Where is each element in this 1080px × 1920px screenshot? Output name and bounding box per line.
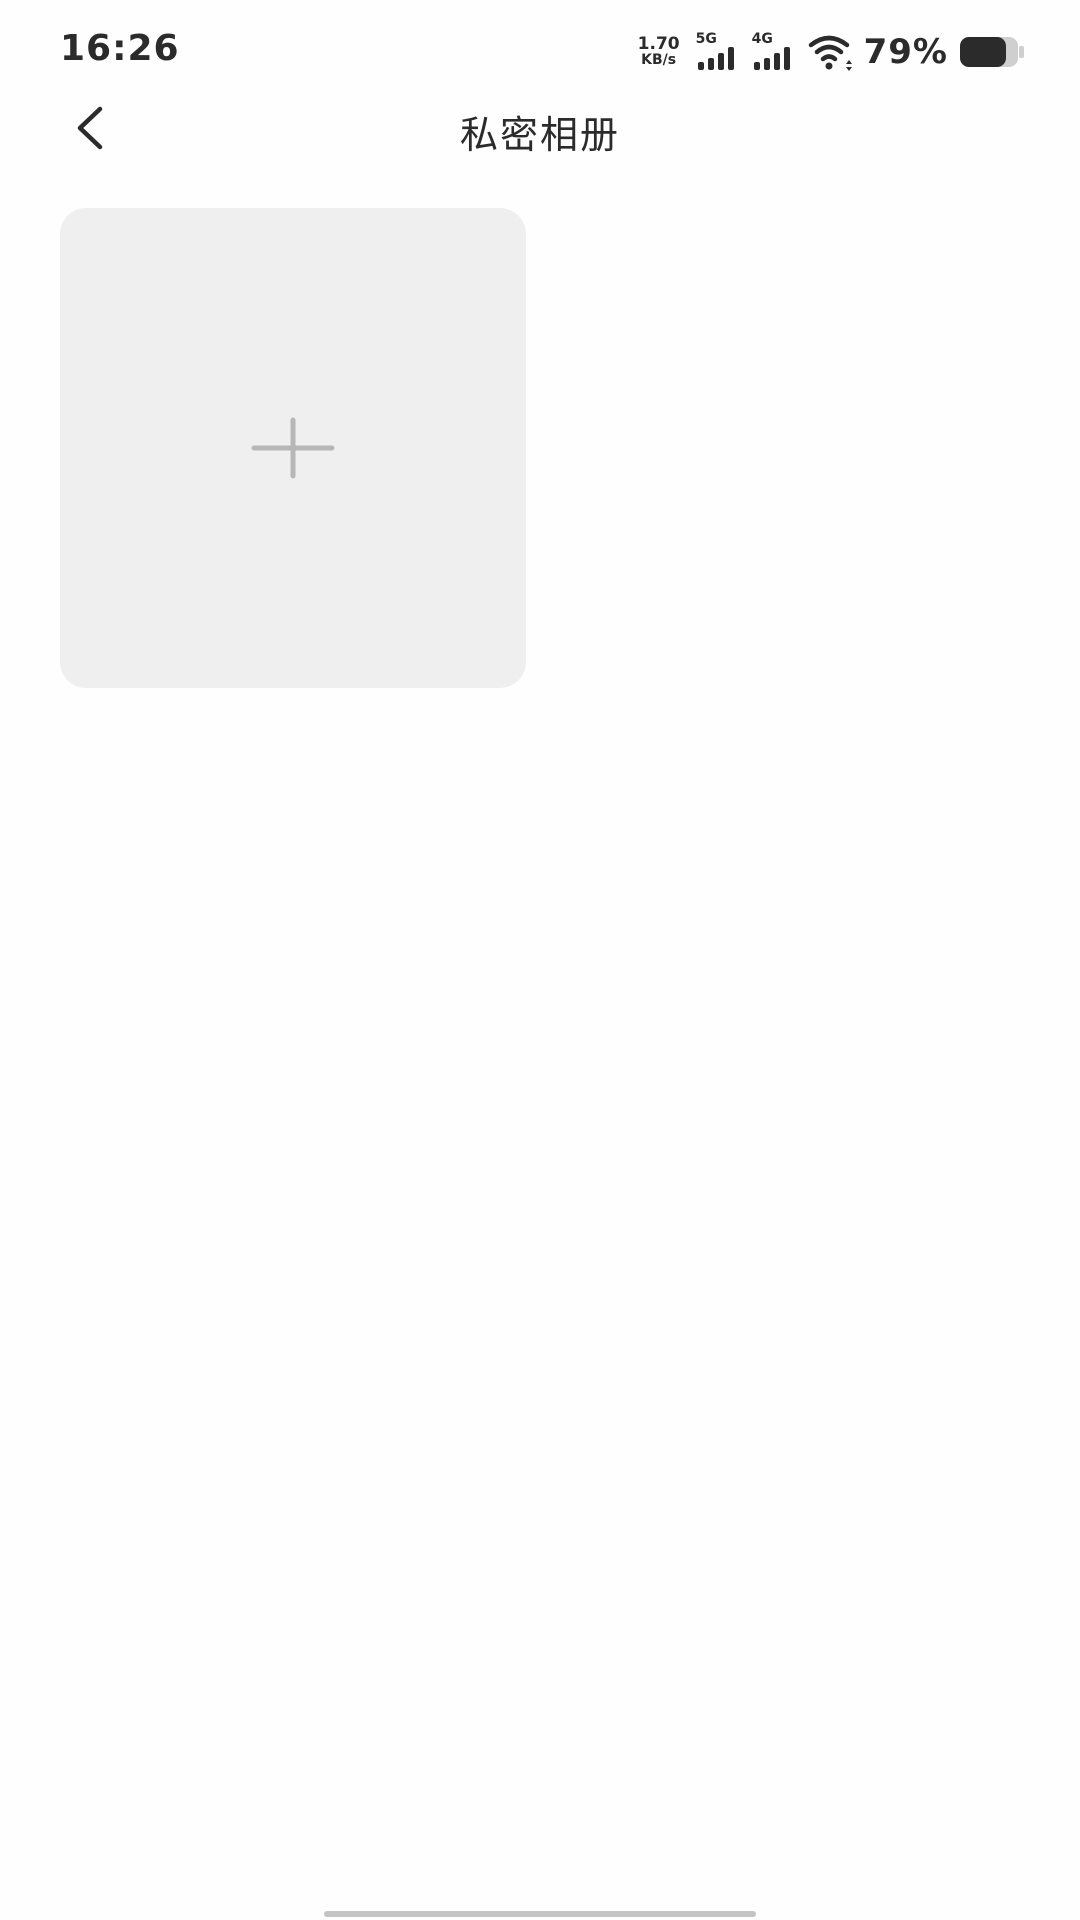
status-time: 16:26 — [60, 28, 180, 69]
signal-bars-5g — [697, 47, 734, 70]
battery-percent: 79% — [863, 32, 948, 72]
signal-5g-label: 5G — [695, 31, 717, 47]
cellular-signal-4g-icon: 4G — [752, 30, 796, 74]
status-icons: 1.70 KB/s 5G 4G 79% — [638, 30, 1024, 74]
cellular-signal-5g-icon: 5G — [696, 30, 740, 74]
home-indicator[interactable] — [324, 1911, 756, 1917]
network-speed-unit: KB/s — [641, 52, 677, 68]
album-grid — [60, 208, 1020, 688]
network-speed: 1.70 KB/s — [637, 34, 680, 69]
add-photo-tile[interactable] — [60, 208, 526, 688]
status-bar: 16:26 1.70 KB/s 5G 4G 79% — [0, 0, 1080, 104]
signal-bars-4g — [753, 47, 790, 70]
private-album-screen: 16:26 1.70 KB/s 5G 4G 79% 私密相册 — [0, 0, 1080, 1920]
plus-icon — [251, 417, 335, 479]
header: 私密相册 — [0, 96, 1080, 160]
signal-4g-label: 4G — [751, 31, 773, 47]
network-speed-value: 1.70 — [637, 34, 680, 54]
page-title: 私密相册 — [459, 113, 620, 157]
battery-icon — [960, 37, 1024, 67]
wifi-icon — [808, 35, 852, 71]
